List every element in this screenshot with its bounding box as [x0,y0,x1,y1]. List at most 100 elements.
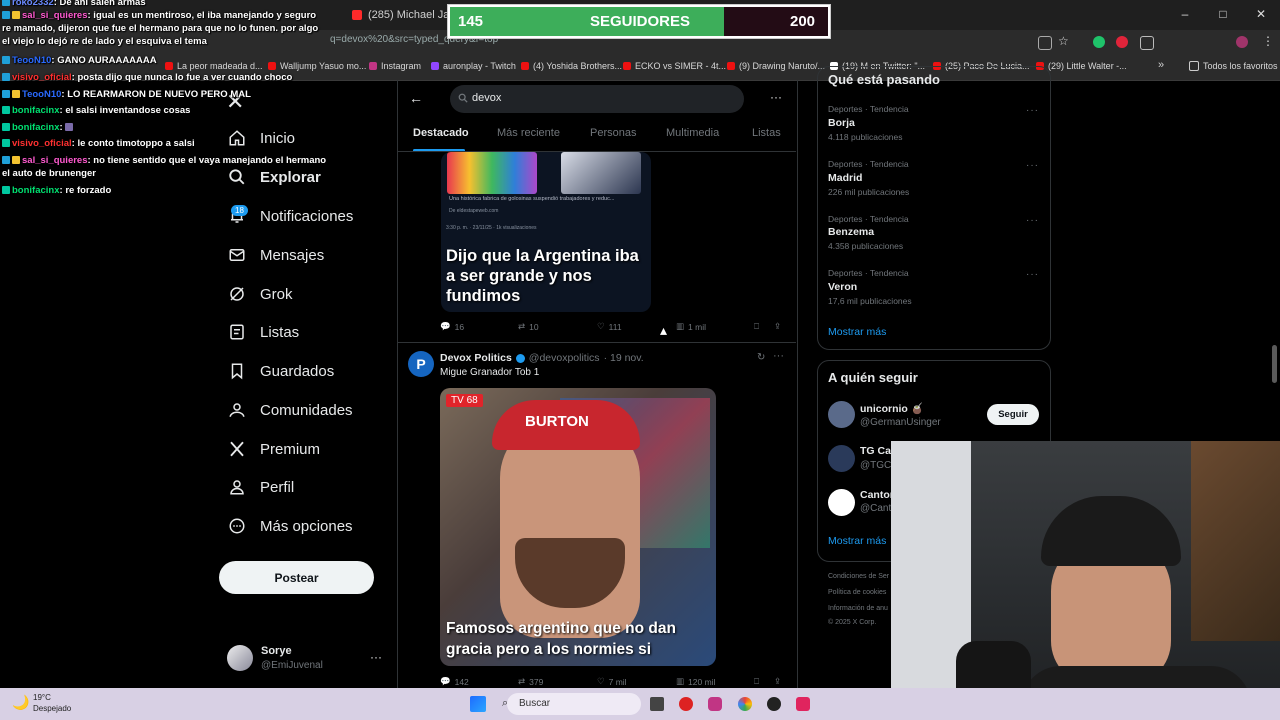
suggested-user-name[interactable]: TG Car [860,445,895,457]
grok-icon [230,287,244,301]
tweet-more-icon[interactable]: ··· [773,350,784,362]
tiktok-icon[interactable] [796,697,810,711]
app-icon[interactable] [679,697,693,711]
windows-start-icon[interactable] [470,696,486,712]
footer-link[interactable]: Condiciones de Ser [828,573,889,580]
trend-more-icon[interactable]: ··· [1026,215,1039,226]
trend-name[interactable]: Benzema [828,226,874,238]
close-window-button[interactable]: ✕ [1242,0,1280,30]
cast-icon[interactable] [1038,36,1052,50]
tab-lists[interactable]: Listas [752,127,781,139]
bookmark-tweet-icon[interactable]: ⎕ [754,321,759,332]
minimize-button[interactable]: – [1166,0,1204,30]
share-icon[interactable]: ⇪ [774,321,781,332]
divider [397,342,796,343]
bookmark[interactable]: Instagram [369,61,421,71]
bookmark[interactable]: auronplay - Twitch [431,61,516,71]
avatar[interactable] [828,445,855,472]
tab-media[interactable]: Multimedia [666,127,719,139]
obs-icon[interactable] [767,697,781,711]
bookmark[interactable]: (4) Yoshida Brothers... [521,61,622,71]
suggested-user-name[interactable]: unicornio 🧉 [860,402,924,415]
trend-more-icon[interactable]: ··· [1026,160,1039,171]
extension-red-icon[interactable] [1116,36,1128,48]
nav-lists[interactable]: Listas [228,323,299,341]
maximize-button[interactable]: □ [1204,0,1242,30]
browser-menu-icon[interactable]: ⋮ [1262,34,1274,48]
back-arrow-icon[interactable]: ← [409,90,423,106]
trend-name[interactable]: Madrid [828,172,862,184]
bookmark[interactable]: (29) Little Walter -... [1036,61,1127,71]
weather-moon-icon[interactable]: 🌙 [12,694,29,711]
nav-communities[interactable]: Comunidades [228,401,353,419]
page-scrollbar[interactable] [1272,345,1277,383]
reply-button[interactable]: 💬 142 [440,676,469,687]
repost-icon: ⇄ [518,321,526,331]
bookmark-tweet-icon[interactable]: ⎕ [754,676,759,687]
account-name[interactable]: Sorye [261,645,292,657]
avatar[interactable] [828,489,855,516]
bookmark[interactable]: (9) Drawing Naruto/... [727,61,825,71]
bookmarks-overflow-icon[interactable]: » [1158,59,1164,71]
extensions-icon[interactable] [1140,36,1154,50]
account-menu-icon[interactable]: ··· [370,650,382,664]
footer-link[interactable]: Política de cookies [828,589,886,596]
tweet-media[interactable]: BURTON TV 68 Famosos argentino que no da… [440,388,716,666]
trend-more-icon[interactable]: ··· [1026,269,1039,280]
trend-name[interactable]: Veron [828,281,857,293]
views-icon: ▥ [676,321,685,331]
post-button[interactable]: Postear [219,561,374,594]
bookmark[interactable]: ECKO vs SIMER - 4t... [623,61,726,71]
nav-premium[interactable]: Premium [228,440,320,458]
avatar[interactable] [828,401,855,428]
tweet-date[interactable]: · 19 nov. [604,352,644,364]
tab-featured[interactable]: Destacado [413,127,469,139]
nav-grok[interactable]: Grok [228,285,293,303]
search-input[interactable] [470,91,734,105]
instagram-icon[interactable] [708,697,722,711]
trend-more-icon[interactable]: ··· [1026,105,1039,116]
communities-icon [229,403,245,417]
streamer-cap [1041,496,1181,566]
nav-profile[interactable]: Perfil [228,478,294,496]
heart-icon: ♡ [597,676,605,686]
chat-badge-icon [2,11,10,19]
mail-icon [229,249,245,261]
avatar[interactable] [227,645,253,671]
nav-bookmarks[interactable]: Guardados [228,362,334,380]
repost-button[interactable]: ⇄ 10 [518,321,539,332]
chat-message: bonifacinx: re forzado [2,184,327,197]
bookmarks-folder[interactable]: Todos los favoritos [1189,61,1278,71]
chrome-icon[interactable] [738,697,752,711]
follow-button[interactable]: Seguir [987,404,1039,425]
views-button[interactable]: ▥ 1 mil [676,321,706,332]
views-button[interactable]: ▥ 120 mil [676,676,715,687]
task-view-icon[interactable] [650,697,664,711]
candy-photo [447,152,537,194]
tab-people[interactable]: Personas [590,127,636,139]
trends-show-more[interactable]: Mostrar más [828,326,886,338]
reply-button[interactable]: 💬 16 [440,321,464,332]
share-icon[interactable]: ⇪ [774,676,781,687]
nav-messages[interactable]: Mensajes [228,246,324,264]
chat-message: bonifacinx: [2,121,327,134]
tab-latest[interactable]: Más reciente [497,127,560,139]
like-button[interactable]: ♡ 111 [597,321,622,332]
like-button[interactable]: ♡ 7 mil [597,676,627,687]
nav-more-options[interactable]: Más opciones [228,517,353,535]
tweet-avatar[interactable]: P [408,351,434,377]
tweet-handle[interactable]: @devoxpolitics [529,352,600,364]
chat-badge-icon [2,56,10,64]
repost-button[interactable]: ⇄ 379 [518,676,543,687]
star-icon[interactable]: ☆ [1058,34,1069,48]
tweet-author[interactable]: Devox Politics [440,352,512,364]
trend-name[interactable]: Borja [828,117,855,129]
tweet-media[interactable]: Una histórica fabrica de golosinas suspe… [441,152,651,312]
footer-link[interactable]: Información de anu [828,605,888,612]
profile-avatar-icon[interactable] [1236,36,1248,48]
search-options-icon[interactable]: ··· [770,90,782,104]
follow-show-more[interactable]: Mostrar más [828,535,886,547]
extension-green-icon[interactable] [1093,36,1105,48]
grok-refresh-icon[interactable]: ↻ [757,352,765,363]
youtube-icon [623,62,631,70]
